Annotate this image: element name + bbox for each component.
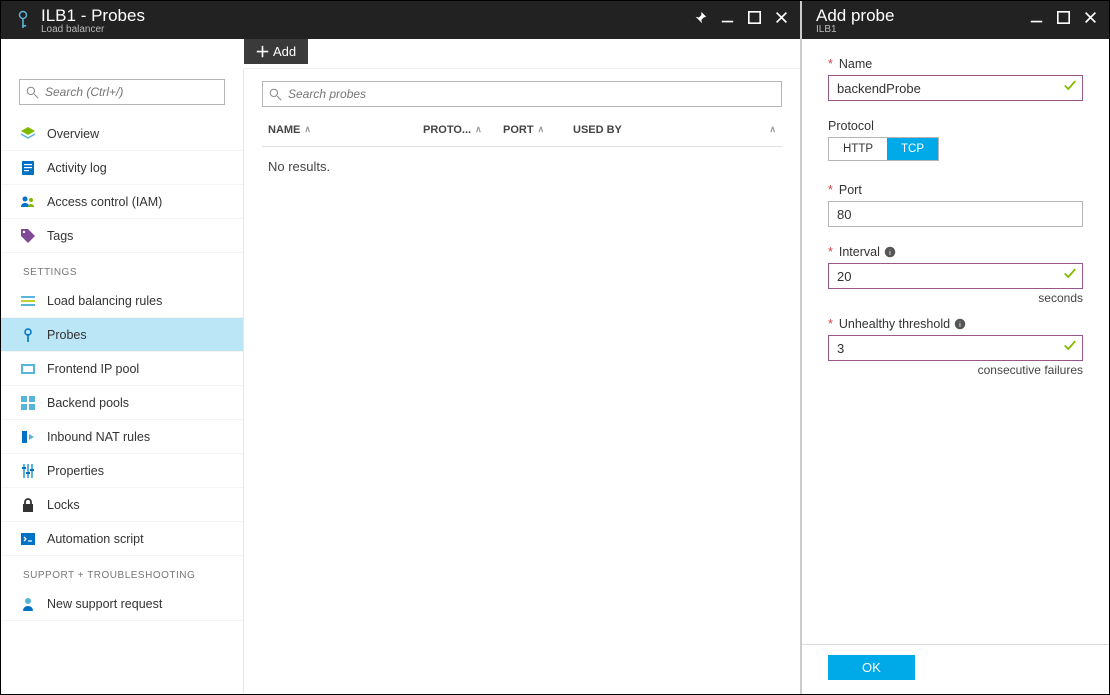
- nav-tags[interactable]: Tags: [1, 219, 243, 253]
- minimize-icon[interactable]: [721, 11, 734, 29]
- nav-label: Overview: [47, 127, 99, 141]
- col-name[interactable]: NAME∧: [268, 124, 423, 136]
- nat-icon: [19, 428, 37, 446]
- protocol-http[interactable]: HTTP: [829, 138, 887, 160]
- nav-nat-rules[interactable]: Inbound NAT rules: [1, 420, 243, 454]
- nav-label: Activity log: [47, 161, 107, 175]
- sidebar-search[interactable]: [19, 79, 225, 105]
- protocol-toggle: HTTP TCP: [828, 137, 939, 161]
- threshold-input[interactable]: [828, 335, 1083, 361]
- activity-log-icon: [19, 159, 37, 177]
- nav-label: Properties: [47, 464, 104, 478]
- sort-caret-icon: ∧: [769, 124, 776, 135]
- key-icon: [11, 10, 35, 30]
- nav-label: Inbound NAT rules: [47, 430, 150, 444]
- minimize-icon[interactable]: [1030, 11, 1043, 29]
- add-button-label: Add: [273, 44, 296, 59]
- nav-access-control[interactable]: Access control (IAM): [1, 185, 243, 219]
- pin-icon[interactable]: [694, 11, 707, 29]
- nav-label: Load balancing rules: [47, 294, 162, 308]
- protocol-label: Protocol: [828, 119, 1083, 133]
- tags-icon: [19, 227, 37, 245]
- check-icon: [1063, 267, 1077, 286]
- port-input[interactable]: [828, 201, 1083, 227]
- nav-backend-pools[interactable]: Backend pools: [1, 386, 243, 420]
- port-label: *Port: [828, 183, 1083, 197]
- threshold-unit: consecutive failures: [828, 363, 1083, 377]
- table-header: NAME∧ PROTO...∧ PORT∧ USED BY∧: [262, 113, 782, 147]
- col-protocol[interactable]: PROTO...∧: [423, 124, 503, 136]
- col-port[interactable]: PORT∧: [503, 124, 573, 136]
- check-icon: [1063, 79, 1077, 98]
- col-used-by[interactable]: USED BY∧: [573, 124, 776, 136]
- maximize-icon[interactable]: [748, 11, 761, 29]
- info-icon[interactable]: i: [884, 246, 896, 258]
- nav-lb-rules[interactable]: Load balancing rules: [1, 284, 243, 318]
- nav-label: New support request: [47, 597, 162, 611]
- threshold-label: *Unhealthy threshold i: [828, 317, 1083, 331]
- nav-probes[interactable]: Probes: [1, 318, 243, 352]
- name-input[interactable]: [828, 75, 1083, 101]
- probes-search[interactable]: [262, 81, 782, 107]
- sidebar: Overview Activity log Access control (IA…: [1, 69, 244, 694]
- nav-label: Probes: [47, 328, 87, 342]
- main-content: NAME∧ PROTO...∧ PORT∧ USED BY∧ No result…: [244, 69, 800, 694]
- autoscript-icon: [19, 530, 37, 548]
- name-label: *Name: [828, 57, 1083, 71]
- sort-caret-icon: ∧: [304, 124, 311, 135]
- nav-support-request[interactable]: New support request: [1, 587, 243, 621]
- search-icon: [269, 88, 282, 101]
- nav-label: Frontend IP pool: [47, 362, 139, 376]
- probes-icon: [19, 326, 37, 344]
- section-support: SUPPORT + TROUBLESHOOTING: [1, 556, 243, 587]
- support-icon: [19, 595, 37, 613]
- interval-input[interactable]: [828, 263, 1083, 289]
- maximize-icon[interactable]: [1057, 11, 1070, 29]
- nav-label: Backend pools: [47, 396, 129, 410]
- interval-label: *Interval i: [828, 245, 1083, 259]
- info-icon[interactable]: i: [954, 318, 966, 330]
- feip-icon: [19, 360, 37, 378]
- lb-rules-icon: [19, 292, 37, 310]
- nav-label: Access control (IAM): [47, 195, 162, 209]
- nav-frontend-ip[interactable]: Frontend IP pool: [1, 352, 243, 386]
- iam-icon: [19, 193, 37, 211]
- nav-activity-log[interactable]: Activity log: [1, 151, 243, 185]
- close-icon[interactable]: [1084, 11, 1097, 29]
- sort-caret-icon: ∧: [475, 124, 482, 135]
- nav-label: Locks: [47, 498, 80, 512]
- interval-unit: seconds: [828, 291, 1083, 305]
- page-title: ILB1 - Probes: [41, 6, 694, 26]
- nav-locks[interactable]: Locks: [1, 488, 243, 522]
- bepools-icon: [19, 394, 37, 412]
- main-header: ILB1 - Probes Load balancer: [1, 1, 800, 39]
- section-settings: SETTINGS: [1, 253, 243, 284]
- ok-button[interactable]: OK: [828, 655, 915, 680]
- nav-automation-script[interactable]: Automation script: [1, 522, 243, 556]
- probes-search-input[interactable]: [282, 87, 775, 101]
- add-blade-title: Add probe: [816, 6, 1030, 26]
- nav-properties[interactable]: Properties: [1, 454, 243, 488]
- add-button[interactable]: Add: [244, 39, 308, 64]
- check-icon: [1063, 339, 1077, 358]
- nav-label: Tags: [47, 229, 73, 243]
- close-icon[interactable]: [775, 11, 788, 29]
- overview-icon: [19, 125, 37, 143]
- properties-icon: [19, 462, 37, 480]
- sidebar-search-input[interactable]: [39, 85, 218, 99]
- nav-overview[interactable]: Overview: [1, 117, 243, 151]
- sort-caret-icon: ∧: [538, 124, 545, 135]
- search-icon: [26, 86, 39, 99]
- no-results-text: No results.: [262, 147, 782, 186]
- protocol-tcp[interactable]: TCP: [887, 138, 938, 160]
- locks-icon: [19, 496, 37, 514]
- add-blade-header: Add probe ILB1: [802, 1, 1109, 39]
- nav-label: Automation script: [47, 532, 144, 546]
